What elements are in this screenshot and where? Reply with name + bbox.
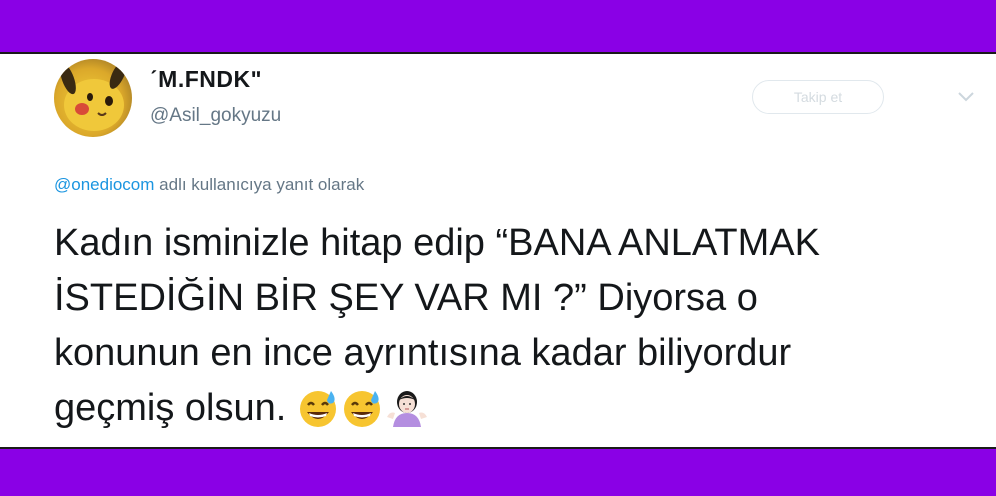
person-shrugging-emoji-icon xyxy=(386,391,427,427)
grinning-sweat-emoji-icon xyxy=(299,391,336,427)
pikachu-avatar-icon xyxy=(60,61,127,131)
tweet-line: Kadın isminizle hitap edip “BANA ANLATMA… xyxy=(54,222,820,264)
reply-context-suffix: adlı kullanıcıya yanıt olarak xyxy=(154,175,365,194)
tweet-card: ˊM.FNDKʺ @Asil_gokyuzu Takip et @onedioc… xyxy=(0,52,996,449)
reply-mention-link[interactable]: @onediocom xyxy=(54,175,154,194)
tweet-line: İSTEDİĞİN BİR ŞEY VAR MI ?” Diyorsa o xyxy=(54,277,758,319)
display-name[interactable]: ˊM.FNDKʺ xyxy=(150,66,262,93)
follow-button[interactable]: Takip et xyxy=(752,80,884,114)
tweet-line: konunun en ince ayrıntısına kadar biliyo… xyxy=(54,332,792,374)
purple-frame-top xyxy=(0,0,996,52)
avatar[interactable] xyxy=(54,59,132,137)
tweet-text: Kadın isminizle hitap edip “BANA ANLATMA… xyxy=(54,216,984,436)
chevron-down-icon[interactable] xyxy=(956,88,976,106)
purple-frame-bottom xyxy=(0,449,996,496)
grinning-sweat-emoji-icon xyxy=(343,391,380,427)
tweet-line-last: geçmiş olsun. xyxy=(54,381,984,436)
tweet-line: geçmiş olsun. xyxy=(54,387,287,429)
user-handle[interactable]: @Asil_gokyuzu xyxy=(150,105,281,127)
reply-context: @onediocom adlı kullanıcıya yanıt olarak xyxy=(54,175,364,195)
